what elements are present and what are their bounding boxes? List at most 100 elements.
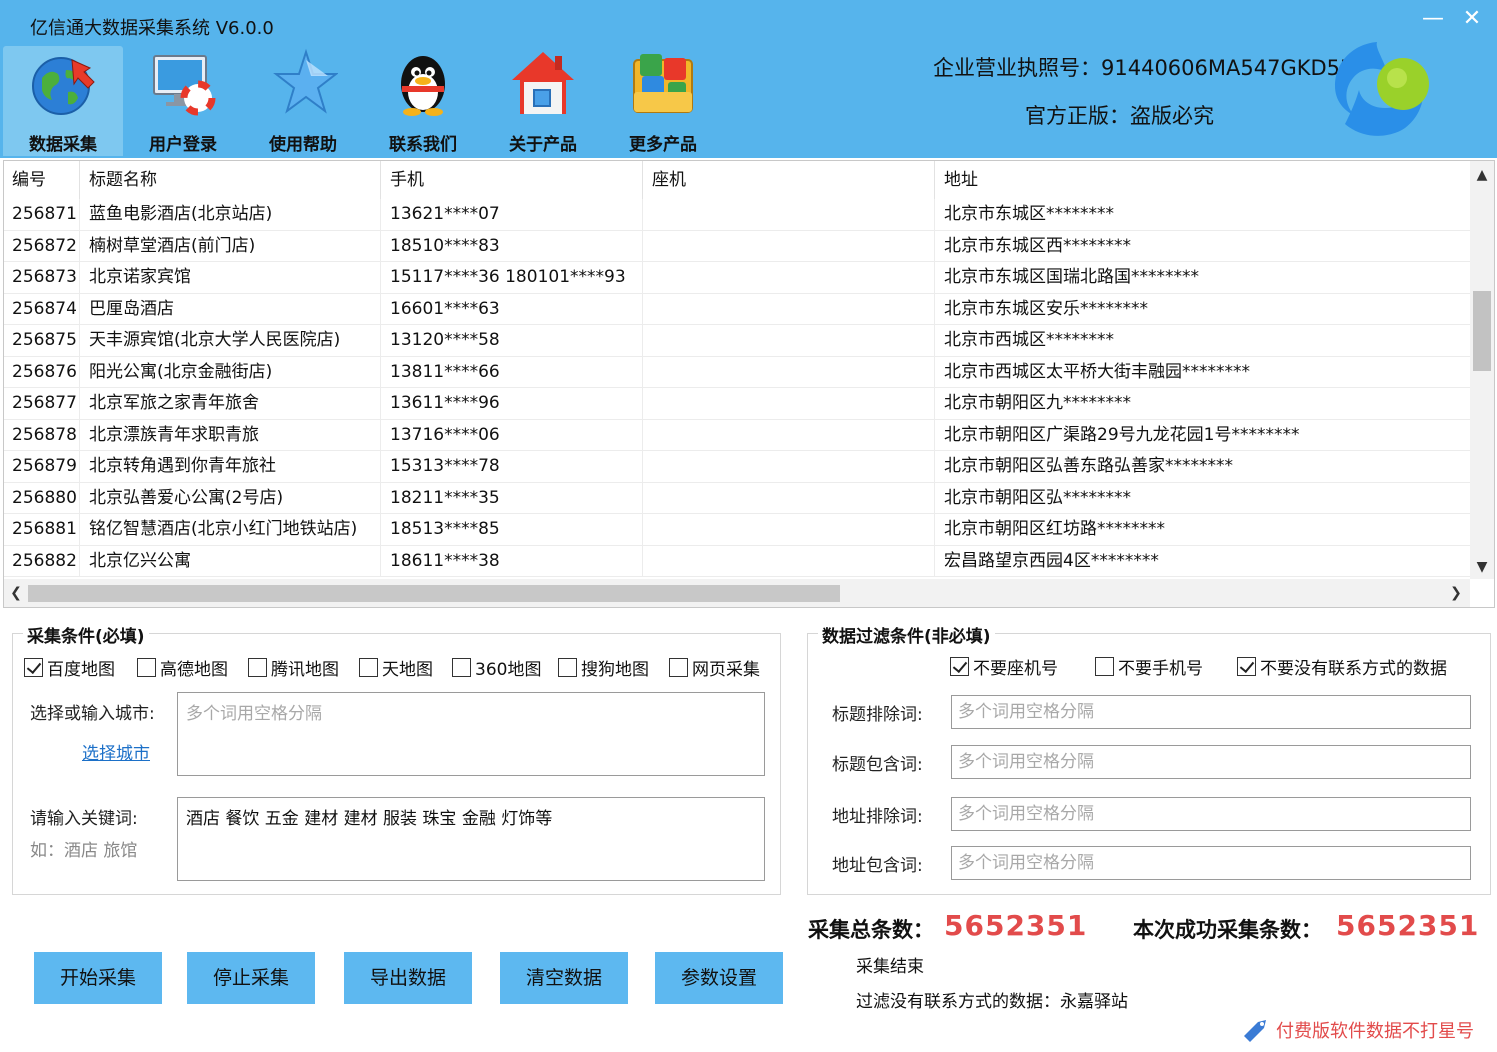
table-row[interactable]: 256872 楠树草堂酒店(前门店) 18510****83 北京市东城区西*****… (4, 230, 1470, 262)
cell-title: 北京转角遇到你青年旅社 (80, 451, 381, 482)
source-checkbox-web[interactable]: 网页采集 (669, 655, 760, 680)
cell-id: 256871 (4, 199, 80, 230)
cell-landline (643, 325, 935, 356)
source-checkbox-tencent[interactable]: 腾讯地图 (248, 655, 339, 680)
source-checkbox-tianditu[interactable]: 天地图 (359, 655, 433, 680)
cell-title: 北京军旅之家青年旅舍 (80, 388, 381, 419)
city-label: 选择或输入城市: (30, 704, 155, 724)
toolbar-contact[interactable]: 联系我们 (363, 46, 483, 156)
table-row[interactable]: 256876 阳光公寓(北京金融街店) 13811****66 北京市西城区太平桥大街… (4, 356, 1470, 388)
table-row[interactable]: 256882 北京亿兴公寓 18611****38 宏昌路望京西园4区******** (4, 545, 1470, 577)
column-header-landline[interactable]: 座机 (643, 161, 935, 199)
source-checkbox-baidu[interactable]: 百度地图 (24, 655, 115, 680)
checkbox-label: 不要没有联系方式的数据 (1260, 659, 1447, 679)
cell-title: 楠树草堂酒店(前门店) (80, 230, 381, 262)
table-row[interactable]: 256875 天丰源宾馆(北京大学人民医院店) 13120****58 北京市西城区*… (4, 325, 1470, 357)
source-checkbox-sogou[interactable]: 搜狗地图 (558, 655, 649, 680)
table-row[interactable]: 256881 铭亿智慧酒店(北京小红门地铁站店) 18513****85 北京市朝阳区… (4, 514, 1470, 546)
checkbox-box[interactable] (1237, 657, 1256, 676)
cell-mobile: 13716****06 (381, 419, 643, 451)
cell-mobile: 13621****07 (381, 199, 643, 230)
checkbox-box[interactable] (452, 658, 471, 677)
source-checkbox-360[interactable]: 360地图 (452, 655, 541, 680)
toolbar-label: 使用帮助 (269, 135, 337, 155)
title-include-input[interactable]: 多个词用空格分隔 (951, 745, 1471, 779)
cell-title: 北京弘善爱心公寓(2号店) (80, 482, 381, 514)
vertical-scrollbar[interactable]: ▲ ▼ (1470, 161, 1494, 579)
vertical-scroll-thumb[interactable] (1473, 291, 1491, 371)
cell-title: 天丰源宾馆(北京大学人民医院店) (80, 325, 381, 356)
filter-checkbox-no-landline[interactable]: 不要座机号 (950, 654, 1058, 679)
checkbox-box[interactable] (248, 658, 267, 677)
toolbar-user-login[interactable]: 用户登录 (123, 46, 243, 156)
column-header-id[interactable]: 编号 (4, 161, 80, 199)
horizontal-scrollbar[interactable]: ❮ ❯ (4, 579, 1470, 607)
minimize-button[interactable]: — (1418, 6, 1448, 32)
column-header-title[interactable]: 标题名称 (80, 161, 381, 199)
cell-mobile: 15313****78 (381, 451, 643, 482)
checkbox-box[interactable] (24, 658, 43, 677)
cell-address: 宏昌路望京西园4区******** (944, 550, 1159, 571)
address-exclude-input[interactable]: 多个词用空格分隔 (951, 797, 1471, 831)
export-data-button[interactable]: 导出数据 (344, 952, 472, 1004)
cell-landline (643, 419, 935, 451)
cell-mobile: 18510****83 (381, 230, 643, 262)
toolbar-data-collect[interactable]: 数据采集 (3, 46, 123, 156)
filter-checkbox-no-contact[interactable]: 不要没有联系方式的数据 (1237, 654, 1447, 679)
table-body: 256871 蓝鱼电影酒店(北京站店) 13621****07 北京市东城区*****… (4, 199, 1470, 577)
column-header-mobile[interactable]: 手机 (381, 161, 643, 199)
checkbox-label: 天地图 (382, 660, 433, 680)
filter-checkbox-no-mobile[interactable]: 不要手机号 (1095, 654, 1203, 679)
select-city-link[interactable]: 选择城市 (82, 739, 150, 764)
checkbox-box[interactable] (137, 658, 156, 677)
title-exclude-input[interactable]: 多个词用空格分隔 (951, 695, 1471, 729)
stop-collect-button[interactable]: 停止采集 (187, 952, 315, 1004)
close-button[interactable]: ✕ (1457, 6, 1487, 32)
scroll-right-icon[interactable]: ❯ (1444, 579, 1468, 607)
total-count-label: 采集总条数： (808, 918, 934, 942)
cell-title: 蓝鱼电影酒店(北京站店) (80, 199, 381, 230)
scroll-down-icon[interactable]: ▼ (1470, 555, 1494, 579)
filter-conditions-title: 数据过滤条件(非必填) (818, 622, 995, 647)
cell-landline (643, 545, 935, 577)
table-row[interactable]: 256879 北京转角遇到你青年旅社 15313****78 北京市朝阳区弘善东路弘善… (4, 451, 1470, 483)
start-collect-button[interactable]: 开始采集 (34, 952, 162, 1004)
column-header-address[interactable]: 地址 (935, 161, 1470, 199)
cell-mobile: 16601****63 (381, 293, 643, 325)
table-row[interactable]: 256874 巴厘岛酒店 16601****63 北京市东城区安乐******** (4, 293, 1470, 325)
table-row[interactable]: 256880 北京弘善爱心公寓(2号店) 18211****35 北京市朝阳区弘***… (4, 482, 1470, 514)
toolbar-more-products[interactable]: 更多产品 (603, 46, 723, 156)
app-title: 亿信通大数据采集系统 V6.0.0 (30, 18, 274, 39)
source-checkbox-gaode[interactable]: 高德地图 (137, 655, 228, 680)
settings-button[interactable]: 参数设置 (655, 952, 783, 1004)
toolbar-help[interactable]: 使用帮助 (243, 46, 363, 156)
table-row[interactable]: 256878 北京漂族青年求职青旅 13716****06 北京市朝阳区广渠路29号九… (4, 419, 1470, 451)
checkbox-box[interactable] (1095, 657, 1114, 676)
keyword-hint: 如：酒店 旅馆 (30, 841, 138, 861)
table-row[interactable]: 256877 北京军旅之家青年旅舍 13611****96 北京市朝阳区九******… (4, 388, 1470, 420)
city-input[interactable]: 多个词用空格分隔 (177, 692, 765, 776)
checkbox-label: 搜狗地图 (581, 660, 649, 680)
horizontal-scroll-thumb[interactable] (28, 585, 840, 602)
checkbox-box[interactable] (669, 658, 688, 677)
checkbox-box[interactable] (359, 658, 378, 677)
address-include-input[interactable]: 多个词用空格分隔 (951, 846, 1471, 880)
cell-mobile: 13120****58 (381, 325, 643, 356)
paid-version-promo[interactable]: 付费版软件数据不打星号 (1240, 1016, 1474, 1044)
scroll-left-icon[interactable]: ❮ (4, 579, 28, 607)
table-row[interactable]: 256871 蓝鱼电影酒店(北京站店) 13621****07 北京市东城区*****… (4, 199, 1470, 231)
checkbox-box[interactable] (558, 658, 577, 677)
scroll-up-icon[interactable]: ▲ (1470, 163, 1494, 187)
keyword-input[interactable]: 酒店 餐饮 五金 建材 建材 服装 珠宝 金融 灯饰等 (177, 797, 765, 881)
house-icon (512, 52, 574, 114)
clear-data-button[interactable]: 清空数据 (500, 952, 628, 1004)
cell-title: 铭亿智慧酒店(北京小红门地铁站店) (80, 514, 381, 545)
toolbar-about[interactable]: 关于产品 (483, 46, 603, 156)
promo-text: 付费版软件数据不打星号 (1276, 1021, 1474, 1042)
cell-title: 阳光公寓(北京金融街店) (80, 356, 381, 388)
tag-icon (1244, 1020, 1266, 1042)
checkbox-box[interactable] (950, 657, 969, 676)
total-count-value: 5652351 (944, 909, 1088, 942)
cell-address: 北京市朝阳区弘善东路弘善家******** (944, 456, 1233, 476)
table-row[interactable]: 256873 北京诺家宾馆 15117****36 180101****93 北京市东… (4, 262, 1470, 294)
